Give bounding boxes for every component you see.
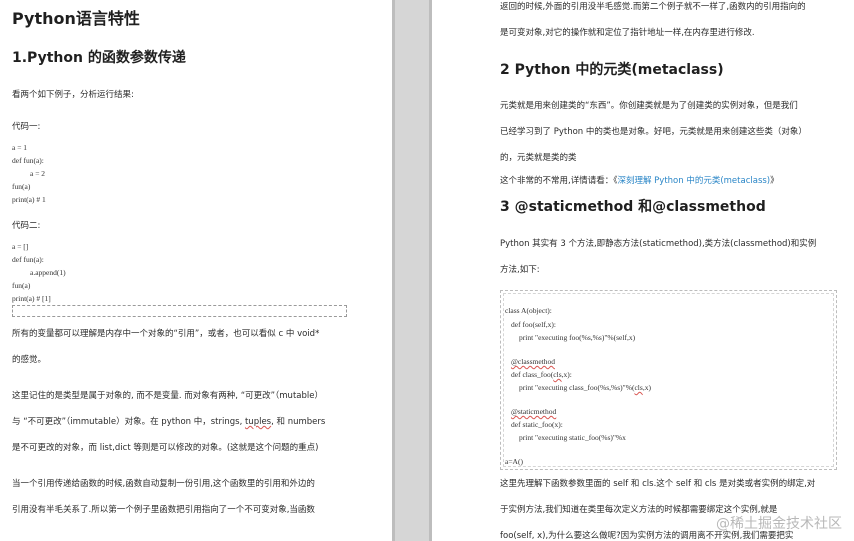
- section-2-more-line: 这个非常的不常用,详情请看：《深刻理解 Python 中的元类(metaclas…: [500, 176, 779, 186]
- code-line: print "executing foo(%s,%s)"%(self,x): [519, 333, 636, 342]
- section-3-heading: 3 @staticmethod 和@classmethod: [500, 199, 766, 215]
- code-line: print "executing class_foo(%s,%s)"%(cls,…: [519, 383, 651, 392]
- section-2-line: 已经学习到了 Python 中的类也是对象。好吧，元类就是用来创建这些类（对象）: [500, 127, 807, 137]
- section-2-line: 的，元类就是类的类: [500, 153, 577, 163]
- bottom-text-line: 这里先理解下函数参数里面的 self 和 cls.这个 self 和 cls 是…: [500, 479, 816, 489]
- code1-line: a = 1: [12, 143, 28, 152]
- code2-line: a = []: [12, 242, 29, 251]
- paragraph-line: 与 “不可更改”（immutable）对象。在 python 中，strings…: [12, 417, 326, 427]
- paragraph-line: 引用没有半毛关系了.所以第一个例子里函数把引用指向了一个不可变对象,当函数: [12, 505, 315, 515]
- code1-line: def fun(a):: [12, 156, 44, 165]
- code-line: @classmethod: [511, 357, 555, 366]
- code1-label: 代码一:: [12, 122, 41, 132]
- code-block: class A(object): def foo(self,x): print …: [500, 290, 837, 470]
- code-line: class A(object):: [505, 306, 552, 315]
- section-3-line: 方法,如下:: [500, 265, 540, 275]
- right-page: 返回的时候,外面的引用没半毛感觉.而第二个例子就不一样了,函数内的引用指向的 是…: [432, 0, 854, 541]
- dashed-separator: [12, 305, 347, 317]
- left-page: Python语言特性 1.Python 的函数参数传递 看两个如下例子，分析运行…: [0, 0, 392, 541]
- code2-line: print(a) # [1]: [12, 294, 51, 303]
- page-gutter: [392, 0, 432, 541]
- section-1-heading: 1.Python 的函数参数传递: [12, 50, 186, 66]
- paragraph-line: 当一个引用传递给函数的时候,函数自动复制一份引用,这个函数里的引用和外边的: [12, 479, 315, 489]
- section-3-line: Python 其实有 3 个方法,即静态方法(staticmethod),类方法…: [500, 239, 817, 249]
- code1-line: fun(a): [12, 182, 31, 191]
- paragraph-line: 的感觉。: [12, 355, 47, 365]
- code2-line: fun(a): [12, 281, 31, 290]
- paragraph-line: 是不可更改的对象，而 list,dict 等则是可以修改的对象。(这就是这个问题…: [12, 443, 319, 453]
- code-line: def class_foo(cls,x):: [511, 370, 572, 379]
- document-title: Python语言特性: [12, 9, 140, 28]
- section-2-heading: 2 Python 中的元类(metaclass): [500, 62, 724, 78]
- code-line: print "executing static_foo(%s)"%x: [519, 433, 626, 442]
- intro-text: 看两个如下例子，分析运行结果:: [12, 90, 134, 100]
- watermark: @稀土掘金技术社区: [716, 516, 842, 532]
- code2-label: 代码二:: [12, 221, 41, 231]
- code1-line: a = 2: [30, 169, 46, 178]
- metaclass-article-link[interactable]: 深刻理解 Python 中的元类(metaclass): [617, 176, 770, 186]
- code-line: def static_foo(x):: [511, 420, 563, 429]
- code2-line: def fun(a):: [12, 255, 44, 264]
- continued-text-line: 是可变对象,对它的操作就和定位了指针地址一样,在内存里进行修改.: [500, 28, 755, 38]
- code-line: def foo(self,x):: [511, 320, 556, 329]
- continued-text-line: 返回的时候,外面的引用没半毛感觉.而第二个例子就不一样了,函数内的引用指向的: [500, 2, 806, 12]
- code-line: a=A(): [505, 457, 523, 466]
- code1-line: print(a) # 1: [12, 195, 46, 204]
- paragraph-line: 所有的变量都可以理解是内存中一个对象的“引用”，或者，也可以看似 c 中 voi…: [12, 329, 320, 339]
- section-2-line: 元类就是用来创建类的“东西”。你创建类就是为了创建类的实例对象，但是我们: [500, 101, 798, 111]
- paragraph-line: 这里记住的是类型是属于对象的, 而不是变量. 而对象有两种, “可更改”（mut…: [12, 391, 323, 401]
- code2-line: a.append(1): [30, 268, 66, 277]
- code-line: @staticmethod: [511, 407, 557, 416]
